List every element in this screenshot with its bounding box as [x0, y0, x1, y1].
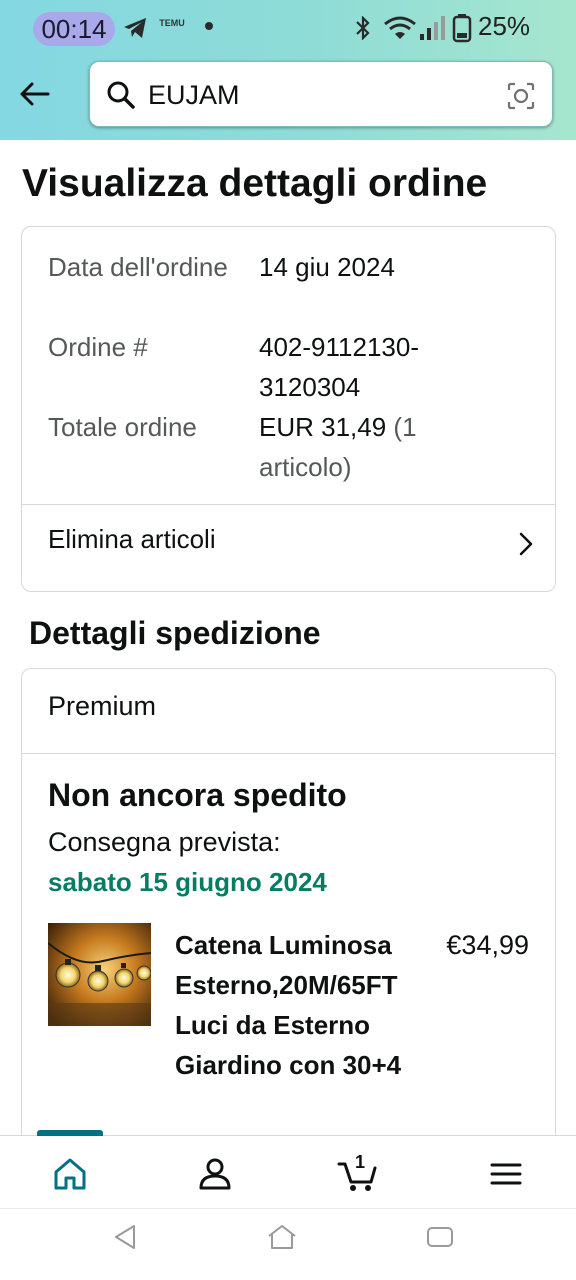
divider: [22, 504, 555, 505]
divider: [22, 753, 555, 754]
system-back-icon[interactable]: [110, 1222, 142, 1252]
search-input[interactable]: [148, 74, 488, 116]
string-lights-image: [48, 923, 151, 1026]
temu-notification-icon: TEMU: [159, 18, 185, 28]
order-summary-card: Data dell'ordine 14 giu 2024 Ordine # 40…: [21, 226, 556, 592]
page-title: Visualizza dettagli ordine: [22, 162, 488, 205]
camera-search-icon[interactable]: [506, 81, 536, 111]
order-total-value: EUR 31,49: [259, 412, 387, 442]
signal-icon: [420, 16, 445, 40]
menu-icon[interactable]: [486, 1154, 526, 1194]
system-recents-icon[interactable]: [424, 1222, 456, 1252]
telegram-icon: [124, 18, 146, 38]
order-total-label: Totale ordine: [48, 412, 197, 442]
delete-items-link[interactable]: Elimina articoli: [48, 524, 216, 555]
app-header: 00:14 TEMU 25%: [0, 0, 576, 140]
order-total: EUR 31,49 (1 articolo): [259, 407, 499, 487]
order-number-label: Ordine #: [48, 332, 148, 362]
search-icon: [107, 81, 135, 109]
more-notifications-dot: [205, 22, 213, 30]
product-price: €34,99: [446, 930, 529, 960]
shipping-type: Premium: [48, 691, 157, 721]
delivery-label: Consegna prevista:: [48, 827, 281, 857]
order-date-value: 14 giu 2024: [259, 252, 395, 282]
shipment-status: Non ancora spedito: [48, 777, 347, 813]
home-icon[interactable]: [50, 1154, 90, 1194]
active-tab-indicator: [37, 1130, 103, 1136]
delivery-date: sabato 15 giugno 2024: [48, 867, 327, 897]
bluetooth-icon: [356, 16, 370, 40]
bottom-navigation: 1: [0, 1130, 576, 1208]
product-image[interactable]: [48, 923, 151, 1026]
system-navigation-bar: [0, 1208, 576, 1280]
battery-percentage: 25%: [478, 11, 531, 41]
status-time: 00:14: [33, 12, 115, 46]
battery-icon: [452, 14, 472, 43]
search-bar[interactable]: [89, 61, 553, 127]
shipping-card: Premium Non ancora spedito Consegna prev…: [21, 668, 556, 1188]
system-home-icon[interactable]: [266, 1222, 298, 1252]
account-icon[interactable]: [195, 1154, 235, 1194]
status-bar: 00:14 TEMU 25%: [0, 0, 576, 56]
product-title[interactable]: Catena Luminosa Esterno,20M/65FT Luci da…: [175, 925, 437, 1085]
back-arrow-icon[interactable]: [16, 76, 52, 112]
order-date-label: Data dell'ordine: [48, 252, 228, 282]
order-number-value: 402-9112130-3120304: [259, 332, 419, 402]
wifi-icon: [384, 16, 416, 39]
chevron-right-icon[interactable]: [515, 529, 537, 559]
cart-count-badge: 1: [355, 1152, 366, 1172]
shipping-section-title: Dettagli spedizione: [29, 615, 321, 651]
